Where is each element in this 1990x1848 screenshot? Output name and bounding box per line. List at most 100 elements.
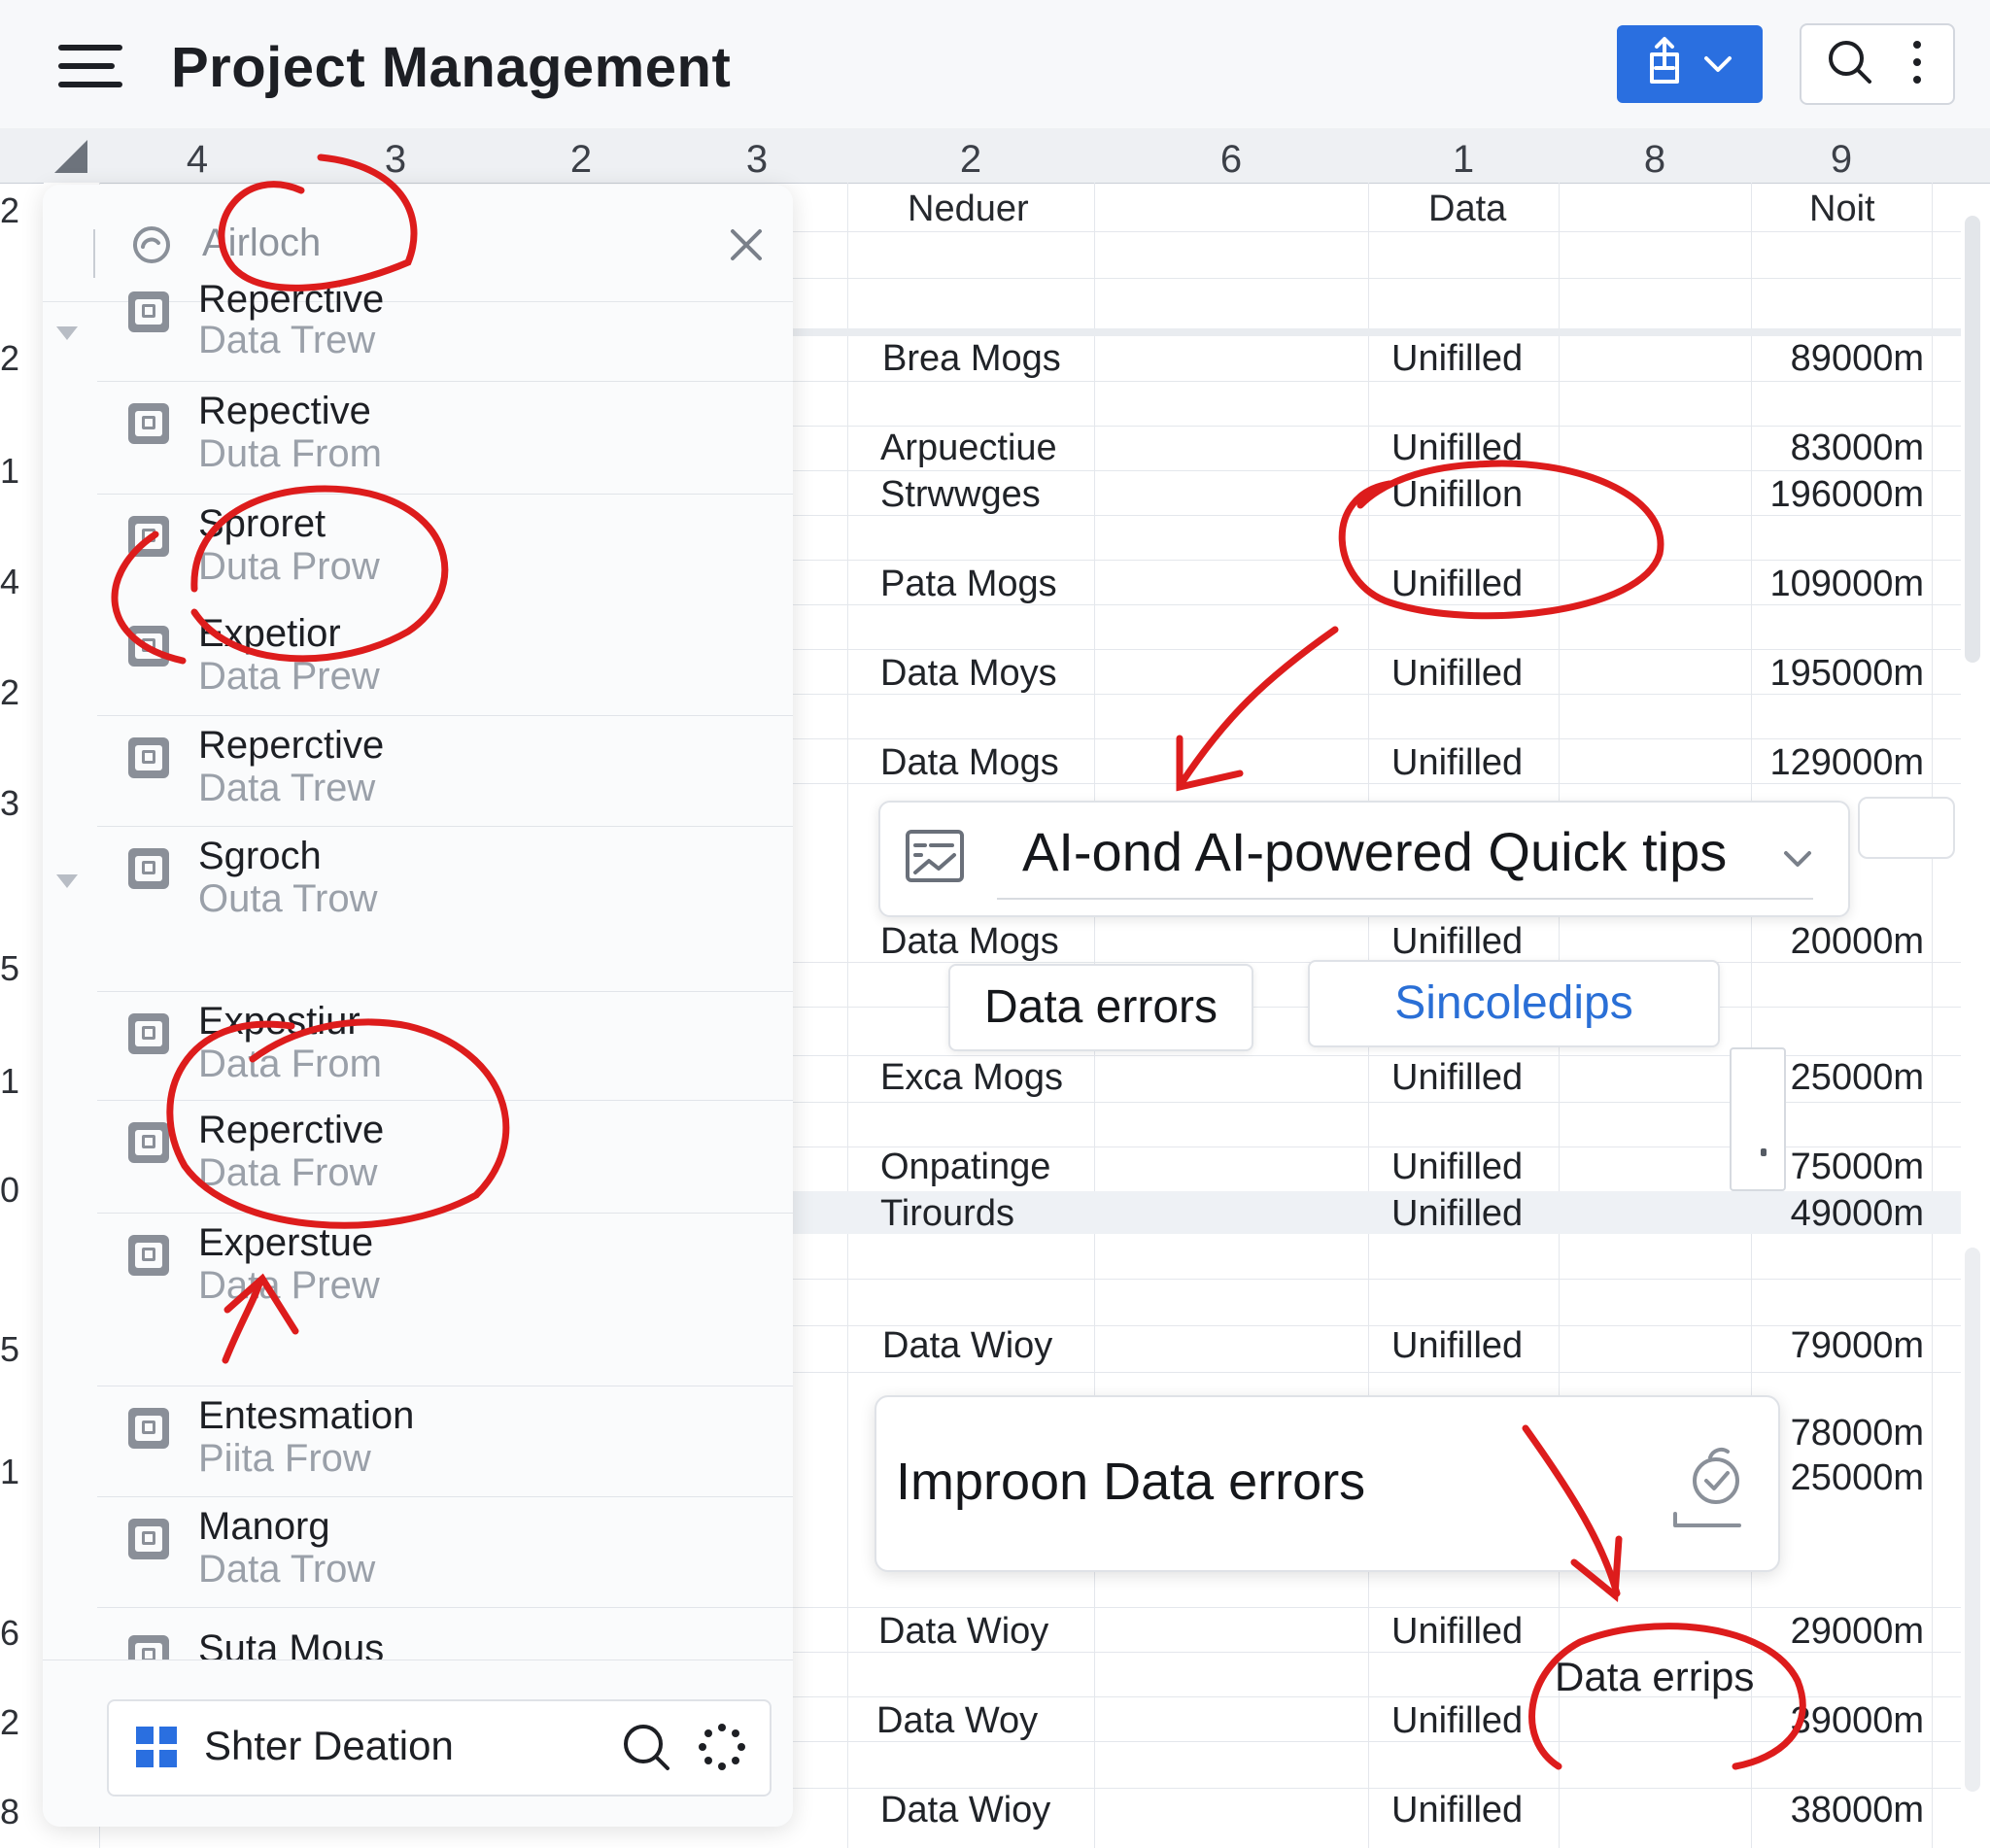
cell-status[interactable]: Unifillon bbox=[1391, 474, 1523, 516]
panel-list-item[interactable]: Sproret Duta Prow bbox=[97, 494, 793, 605]
row-header[interactable]: 1 bbox=[0, 451, 43, 492]
field-header-value[interactable]: Noit bbox=[1809, 188, 1875, 230]
suggestions-chip[interactable]: Sincoledips bbox=[1308, 960, 1720, 1047]
panel-list-item[interactable]: Entesmation Piita Frow bbox=[97, 1386, 793, 1497]
quick-tips-card[interactable]: AI-ond AI-powered Quick tips bbox=[878, 801, 1850, 917]
column-header[interactable]: 2 bbox=[496, 128, 668, 184]
row-header[interactable]: 8 bbox=[0, 1792, 43, 1832]
column-header[interactable]: 4 bbox=[99, 128, 296, 184]
row-header[interactable]: 3 bbox=[0, 783, 43, 824]
column-header[interactable]: 9 bbox=[1751, 128, 1933, 184]
cell-status[interactable]: Unifilled bbox=[1391, 1193, 1523, 1235]
check-refresh-icon[interactable] bbox=[1671, 1444, 1749, 1531]
cell-value[interactable]: 38000m bbox=[1730, 1790, 1924, 1831]
cell-value[interactable]: 39000m bbox=[1730, 1700, 1924, 1742]
row-header[interactable]: 4 bbox=[0, 562, 43, 602]
field-header-name[interactable]: Neduer bbox=[908, 188, 1029, 230]
cell-name[interactable]: Strwwges bbox=[880, 474, 1041, 516]
panel-list-item[interactable]: Experstue Data Prew bbox=[97, 1213, 793, 1324]
cell-name[interactable]: Data Moys bbox=[880, 653, 1057, 695]
cell-name[interactable]: Onpatinge bbox=[880, 1146, 1050, 1188]
cell-status[interactable]: Unifilled bbox=[1391, 1325, 1523, 1367]
panel-search-input[interactable]: Airloch bbox=[202, 222, 321, 265]
cell-name[interactable]: Arpuectiue bbox=[880, 428, 1057, 469]
cell-status[interactable]: Unifilled bbox=[1391, 1057, 1523, 1099]
column-header[interactable]: 2 bbox=[847, 128, 1095, 184]
search-icon[interactable] bbox=[620, 1721, 674, 1775]
panel-list-item[interactable]: Reperctive Data Frow bbox=[97, 1100, 793, 1212]
cell-value[interactable]: 20000m bbox=[1730, 921, 1924, 963]
vertical-scrollbar[interactable] bbox=[1965, 216, 1980, 663]
cell-value[interactable]: 29000m bbox=[1730, 1611, 1924, 1653]
cell-status[interactable]: Unifilled bbox=[1391, 1146, 1523, 1188]
more-options-icon[interactable] bbox=[1903, 33, 1932, 91]
cell-value[interactable]: 196000m bbox=[1730, 474, 1924, 516]
row-header[interactable]: 5 bbox=[0, 948, 43, 989]
share-button[interactable] bbox=[1617, 25, 1763, 103]
cell-status[interactable]: Unifilled bbox=[1391, 653, 1523, 695]
field-header-status[interactable]: Data bbox=[1428, 188, 1506, 230]
row-header[interactable]: 2 bbox=[0, 190, 43, 231]
close-icon[interactable] bbox=[727, 225, 766, 264]
cell-status[interactable]: Unifilled bbox=[1391, 1700, 1523, 1742]
cell-name[interactable]: Data Woy bbox=[876, 1700, 1038, 1742]
chevron-down-icon[interactable] bbox=[1778, 839, 1817, 878]
cell-value[interactable]: 79000m bbox=[1730, 1325, 1924, 1367]
cell-name[interactable]: Data Mogs bbox=[880, 921, 1059, 963]
cell-value[interactable]: 195000m bbox=[1730, 653, 1924, 695]
collapse-arrow-icon[interactable] bbox=[56, 874, 78, 888]
panel-list-item[interactable]: Reperctive Data Trew bbox=[97, 278, 793, 371]
column-header[interactable]: 1 bbox=[1368, 128, 1560, 184]
improve-data-card[interactable]: Improon Data errors bbox=[875, 1395, 1780, 1572]
panel-list-item[interactable]: Expestiur Data From bbox=[97, 991, 793, 1103]
cell-value[interactable]: 129000m bbox=[1730, 742, 1924, 784]
panel-footer-bar[interactable]: Shter Deation bbox=[107, 1699, 772, 1797]
column-header[interactable]: 3 bbox=[667, 128, 848, 184]
cell-status[interactable]: Unifilled bbox=[1391, 742, 1523, 784]
cell-name[interactable]: Tirourds bbox=[880, 1193, 1014, 1235]
column-header[interactable]: 6 bbox=[1094, 128, 1369, 184]
row-header[interactable]: 2 bbox=[0, 1702, 43, 1743]
cell-status[interactable]: Unifilled bbox=[1391, 338, 1523, 380]
row-header[interactable]: 6 bbox=[0, 1613, 43, 1654]
row-header[interactable]: 2 bbox=[0, 672, 43, 713]
panel-list-item[interactable]: Reperctive Data Trew bbox=[97, 715, 793, 827]
vertical-scrollbar-lower[interactable] bbox=[1965, 1248, 1980, 1792]
cell-value[interactable]: 89000m bbox=[1730, 338, 1924, 380]
cell-name[interactable]: Exca Mogs bbox=[880, 1057, 1063, 1099]
row-header[interactable]: 2 bbox=[0, 338, 43, 379]
panel-list-item[interactable]: Manorg Data Trow bbox=[97, 1496, 793, 1608]
row-header[interactable]: 5 bbox=[0, 1329, 43, 1370]
cell-name[interactable]: Data Wioy bbox=[880, 1790, 1050, 1831]
loading-spinner-icon[interactable] bbox=[698, 1723, 746, 1771]
cell-name[interactable]: Brea Mogs bbox=[882, 338, 1061, 380]
cell-status[interactable]: Unifilled bbox=[1391, 1611, 1523, 1653]
cell-status[interactable]: Unifilled bbox=[1391, 921, 1523, 963]
cell-value[interactable]: 83000m bbox=[1730, 428, 1924, 469]
column-header[interactable]: 8 bbox=[1559, 128, 1752, 184]
menu-icon[interactable] bbox=[58, 45, 126, 93]
cell-status[interactable]: Unifilled bbox=[1391, 428, 1523, 469]
row-header[interactable]: 0 bbox=[0, 1170, 43, 1211]
cell-status[interactable]: Unifilled bbox=[1391, 564, 1523, 605]
row-header[interactable]: 1 bbox=[0, 1061, 43, 1102]
cell-value[interactable]: 109000m bbox=[1730, 564, 1924, 605]
cell-name[interactable]: Data Wioy bbox=[882, 1325, 1052, 1367]
cell-name[interactable]: Data Wioy bbox=[878, 1611, 1048, 1653]
select-all-icon[interactable] bbox=[43, 128, 99, 183]
cell-status[interactable]: Unifilled bbox=[1391, 1790, 1523, 1831]
data-errors-chip[interactable]: Data errors bbox=[948, 964, 1253, 1051]
collapse-arrow-icon[interactable] bbox=[56, 326, 78, 340]
panel-list-item[interactable]: Repective Duta From bbox=[97, 381, 793, 493]
cell-value[interactable]: 49000m bbox=[1730, 1193, 1924, 1235]
cell-name[interactable]: Pata Mogs bbox=[880, 564, 1057, 605]
cell-name[interactable]: Data Mogs bbox=[880, 742, 1059, 784]
search-icon[interactable] bbox=[1821, 33, 1879, 91]
row-header[interactable]: 1 bbox=[0, 1452, 43, 1492]
side-tab[interactable] bbox=[1858, 797, 1955, 859]
column-header-empty[interactable] bbox=[1932, 128, 1990, 184]
mini-popover[interactable] bbox=[1730, 1047, 1786, 1191]
corner-cell[interactable] bbox=[0, 128, 44, 184]
panel-list-item[interactable]: Sgroch Outa Trow bbox=[97, 826, 793, 938]
panel-list-item[interactable]: Expetior Data Prew bbox=[97, 604, 793, 715]
